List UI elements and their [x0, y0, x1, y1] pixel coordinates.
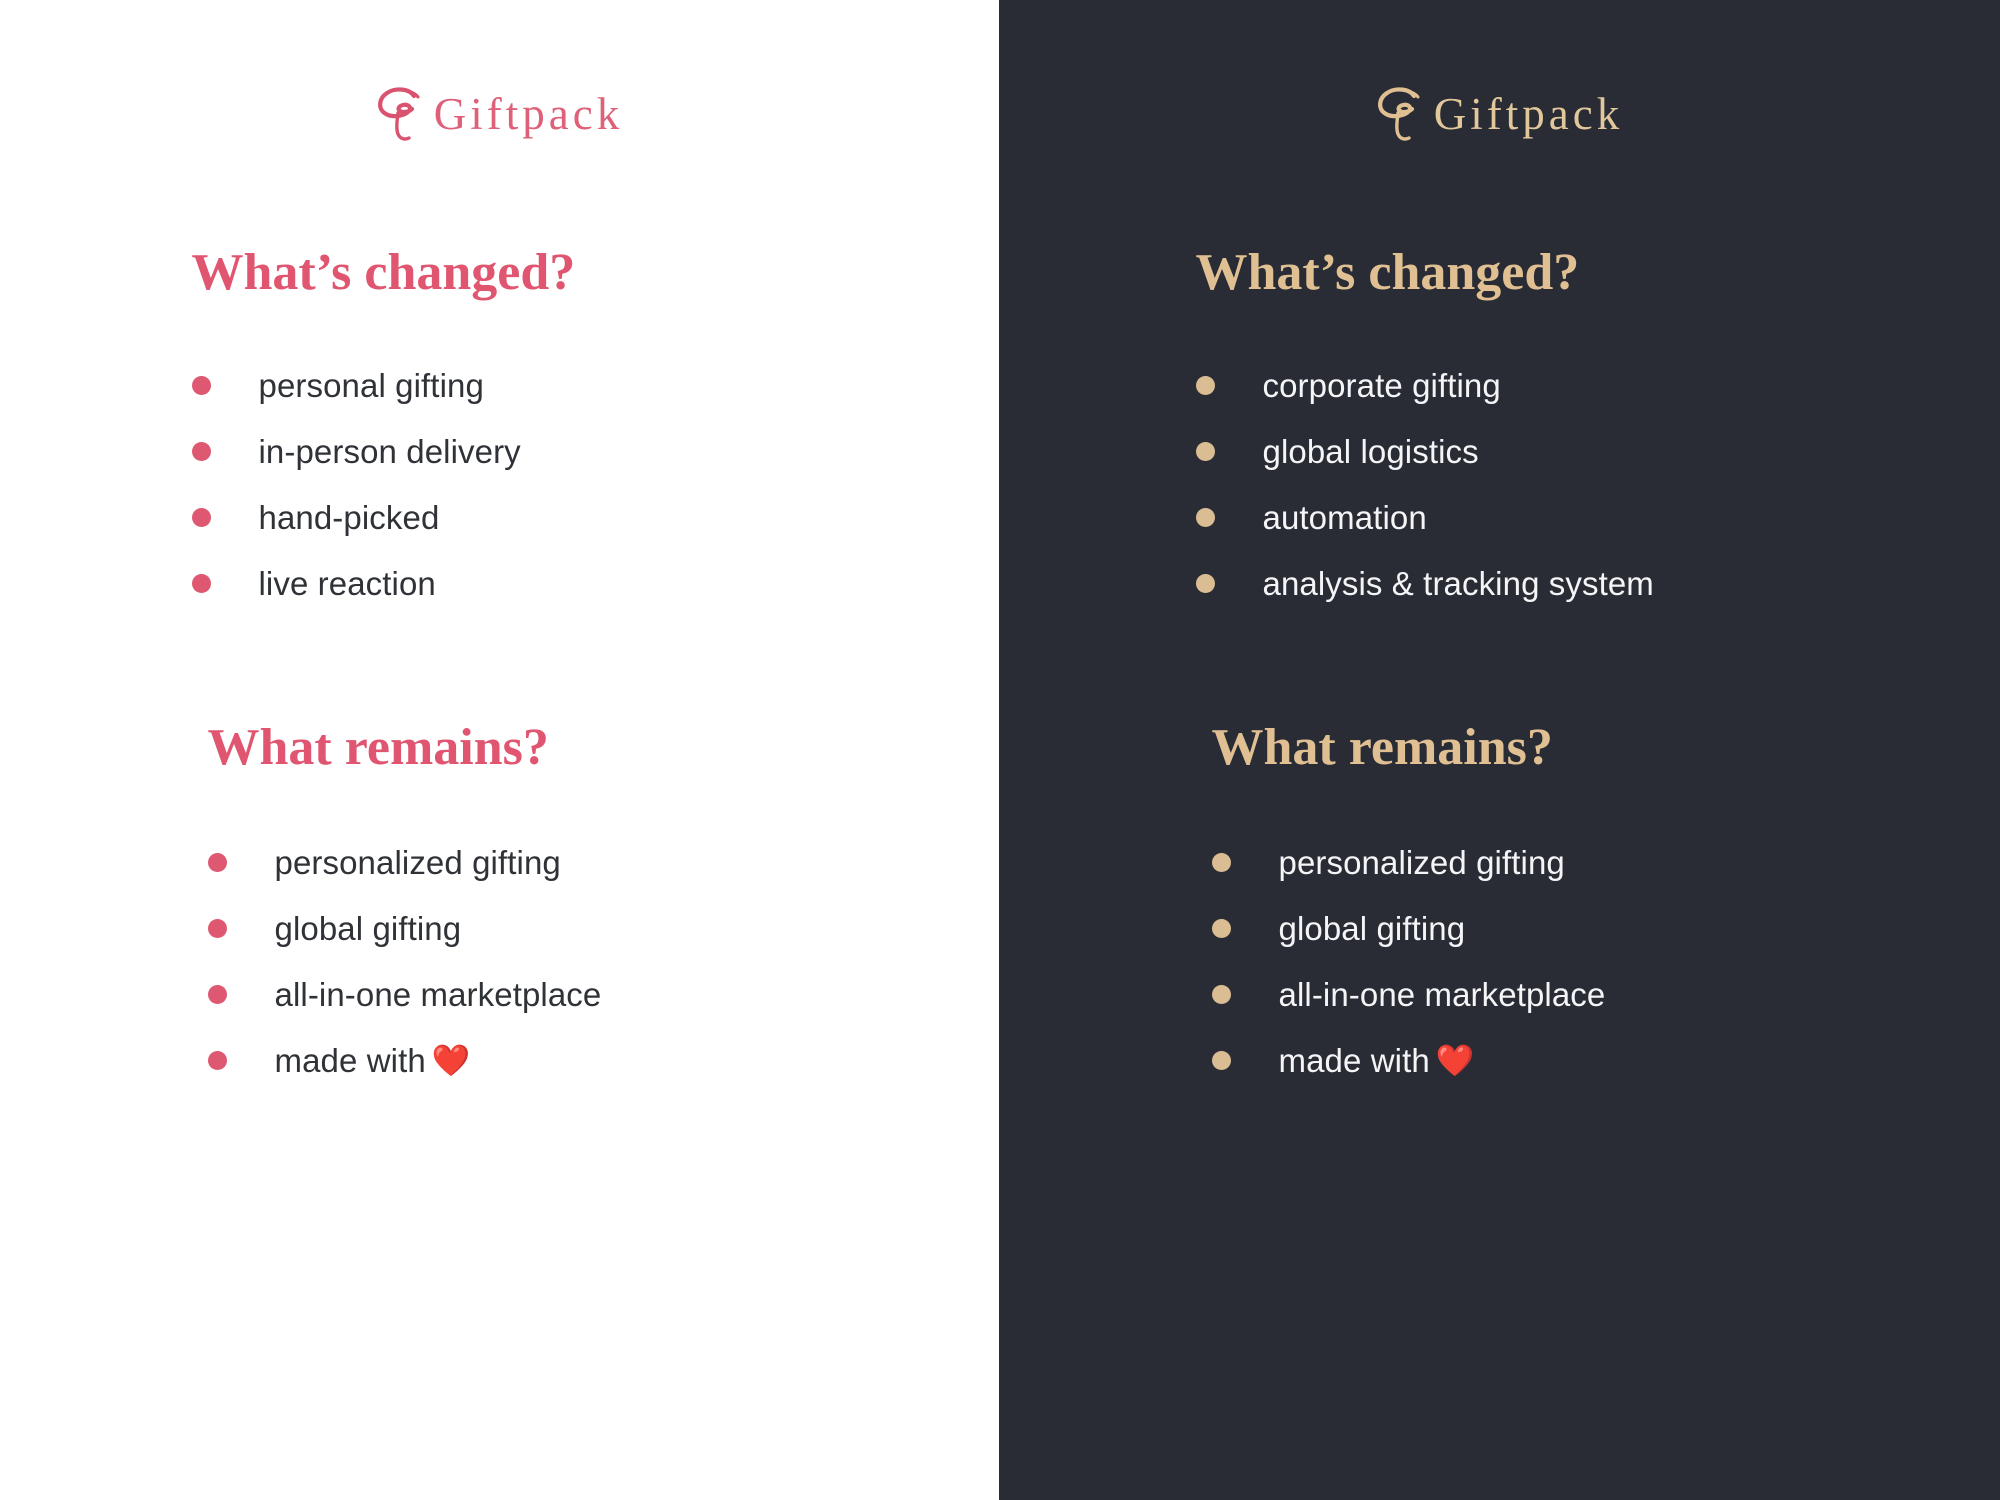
- list-item: corporate gifting: [1195, 353, 1830, 419]
- comparison-board: Giftpack What’s changed? personal giftin…: [0, 0, 2000, 1500]
- list-whats-changed-light: personal gifting in-person delivery hand…: [191, 353, 832, 617]
- list-item: live reaction: [191, 551, 832, 617]
- bullet-dot-icon: [191, 442, 211, 462]
- section-what-remains-light: What remains? personalized gifting globa…: [172, 718, 832, 1094]
- list-what-remains-light: personalized gifting global gifting all-…: [207, 829, 832, 1093]
- brand-logo-dark: Giftpack: [1376, 78, 1623, 150]
- bullet-dot-icon: [1195, 574, 1215, 594]
- list-item-label: personalized gifting: [274, 843, 561, 881]
- section-title-what-remains-dark: What remains?: [1211, 718, 1553, 776]
- bullet-dot-icon: [1195, 376, 1215, 396]
- bullet-dot-icon: [1195, 508, 1215, 528]
- bullet-dot-icon: [207, 984, 227, 1004]
- list-item-label: global logistics: [1262, 433, 1479, 471]
- section-whats-changed-dark: What’s changed? corporate gifting global…: [1170, 244, 1830, 617]
- list-item-label: made with: [274, 1041, 426, 1079]
- list-item: global logistics: [1195, 419, 1830, 485]
- list-item: hand-picked: [191, 485, 832, 551]
- bullet-dot-icon: [207, 852, 227, 872]
- list-item: made with ❤️: [207, 1027, 832, 1093]
- section-what-remains-dark: What remains? personalized gifting globa…: [1170, 718, 1830, 1094]
- bullet-dot-icon: [1211, 852, 1231, 872]
- brand-name-light: Giftpack: [433, 88, 624, 139]
- brand-name-dark: Giftpack: [1433, 88, 1624, 139]
- list-item-label: made with: [1278, 1041, 1430, 1079]
- section-title-whats-changed-dark: What’s changed?: [1195, 244, 1580, 301]
- section-title-whats-changed-light: What’s changed?: [191, 244, 576, 301]
- list-what-remains-dark: personalized gifting global gifting all-…: [1211, 829, 1830, 1093]
- giftpack-g-mark-icon: [1377, 87, 1420, 141]
- list-item-label: live reaction: [258, 565, 436, 603]
- list-item-label: global gifting: [1278, 909, 1466, 947]
- list-item: made with ❤️: [1211, 1027, 1830, 1093]
- list-item: personal gifting: [191, 353, 832, 419]
- bullet-dot-icon: [191, 376, 211, 396]
- giftpack-g-mark-icon: [377, 87, 420, 141]
- list-item-label: corporate gifting: [1262, 367, 1501, 405]
- list-item-label: global gifting: [274, 909, 462, 947]
- brand-logo-light: Giftpack: [376, 78, 623, 150]
- list-item-label: personal gifting: [258, 367, 484, 405]
- content-column-dark: What’s changed? corporate gifting global…: [1170, 244, 1830, 1094]
- list-item: in-person delivery: [191, 419, 832, 485]
- bullet-dot-icon: [1195, 442, 1215, 462]
- list-item-label: personalized gifting: [1278, 843, 1565, 881]
- bullet-dot-icon: [191, 574, 211, 594]
- panel-dark: Giftpack What’s changed? corporate gifti…: [999, 0, 2000, 1500]
- red-heart-icon: ❤️: [431, 1042, 471, 1079]
- list-item-label: automation: [1262, 499, 1427, 537]
- bullet-dot-icon: [1211, 918, 1231, 938]
- panel-light: Giftpack What’s changed? personal giftin…: [0, 0, 999, 1500]
- list-item: automation: [1195, 485, 1830, 551]
- list-item: global gifting: [207, 895, 832, 961]
- list-item-label: in-person delivery: [258, 433, 521, 471]
- list-item: all-in-one marketplace: [207, 961, 832, 1027]
- list-item-label: all-in-one marketplace: [1278, 975, 1606, 1013]
- bullet-dot-icon: [1211, 1050, 1231, 1070]
- bullet-dot-icon: [207, 1050, 227, 1070]
- list-item: personalized gifting: [1211, 829, 1830, 895]
- red-heart-icon: ❤️: [1435, 1042, 1475, 1079]
- bullet-dot-icon: [207, 918, 227, 938]
- bullet-dot-icon: [1211, 984, 1231, 1004]
- list-item-label: analysis & tracking system: [1262, 565, 1654, 603]
- bullet-dot-icon: [191, 508, 211, 528]
- section-title-what-remains-light: What remains?: [207, 718, 549, 776]
- content-column-light: What’s changed? personal gifting in-pers…: [168, 244, 832, 1094]
- list-item-label: all-in-one marketplace: [274, 975, 602, 1013]
- list-item: global gifting: [1211, 895, 1830, 961]
- list-whats-changed-dark: corporate gifting global logistics autom…: [1195, 353, 1830, 617]
- list-item-label: hand-picked: [258, 499, 440, 537]
- list-item: analysis & tracking system: [1195, 551, 1830, 617]
- section-whats-changed-light: What’s changed? personal gifting in-pers…: [172, 244, 832, 617]
- list-item: all-in-one marketplace: [1211, 961, 1830, 1027]
- list-item: personalized gifting: [207, 829, 832, 895]
